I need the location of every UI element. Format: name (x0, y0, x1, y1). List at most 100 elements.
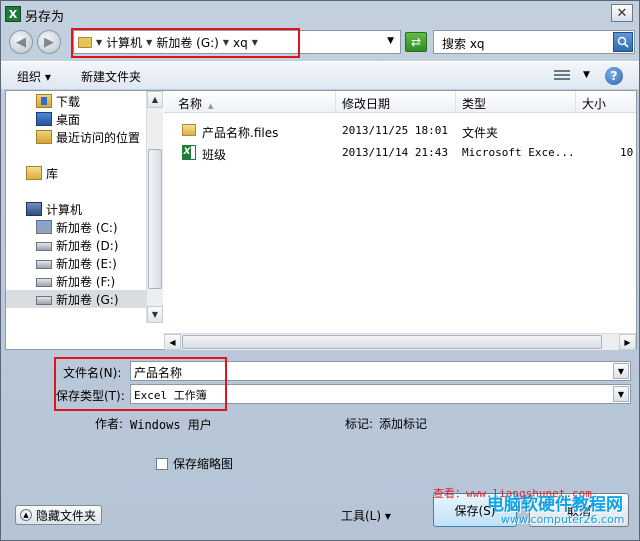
file-row-folder[interactable]: 产品名称.files 2013/11/25 18:01 文件夹 (164, 121, 636, 141)
nav-item-computer[interactable]: 计算机 (6, 200, 146, 218)
nav-item-label: 新加卷 (G:) (56, 292, 119, 307)
forward-button[interactable]: ▶ (37, 30, 61, 54)
close-button[interactable]: ✕ (611, 4, 633, 22)
filename-label: 文件名(N): (63, 366, 122, 380)
nav-item-label: 库 (46, 166, 59, 181)
desktop-icon (36, 112, 52, 126)
scroll-right-icon[interactable]: ▶ (619, 334, 636, 350)
back-button[interactable]: ◀ (9, 30, 33, 54)
horizontal-scrollbar[interactable]: ◀ ▶ (164, 333, 636, 350)
nav-item-label: 新加卷 (F:) (56, 274, 116, 289)
filename-input[interactable]: 产品名称 ▼ (130, 361, 631, 381)
search-input[interactable]: 搜索 xq (433, 30, 635, 54)
file-name: 产品名称.files (202, 126, 279, 140)
nav-item-label: 新加卷 (E:) (56, 256, 117, 271)
computer-icon (26, 202, 42, 216)
column-header: 名称 ▲ 修改日期 类型 大小 (164, 91, 636, 113)
organize-button[interactable]: 组织 ▾ (17, 68, 51, 85)
column-name[interactable]: 名称 ▲ (164, 91, 336, 113)
column-date[interactable]: 修改日期 (336, 91, 456, 113)
scroll-left-icon[interactable]: ◀ (164, 334, 181, 350)
watermark-site: www.computer26.com (501, 513, 625, 526)
breadcrumb-drive-g[interactable]: 新加卷 (G:) (156, 34, 219, 51)
column-type[interactable]: 类型 (456, 91, 576, 113)
thumbnail-option[interactable]: 保存缩略图 (156, 455, 233, 472)
scroll-thumb[interactable] (148, 149, 162, 289)
breadcrumb-computer[interactable]: 计算机 (106, 34, 142, 51)
nav-item-drive-d[interactable]: 新加卷 (D:) (6, 236, 146, 254)
file-type: Microsoft Exce... (462, 146, 575, 159)
excel-file-icon (182, 145, 196, 160)
window-title: 另存为 (25, 10, 65, 25)
column-size[interactable]: 大小 (576, 91, 636, 113)
chevron-down-icon[interactable]: ▼ (613, 363, 629, 379)
nav-item-drive-g[interactable]: 新加卷 (G:) (6, 290, 146, 308)
nav-item-library[interactable]: 库 (6, 164, 146, 182)
breadcrumb-xq[interactable]: xq (233, 36, 248, 50)
title-bar: X 另存为 ✕ (1, 1, 639, 27)
nav-item-desktop[interactable]: 桌面 (6, 110, 146, 128)
sort-ascending-icon: ▲ (208, 102, 214, 110)
file-type: 文件夹 (462, 126, 499, 140)
chevron-down-icon[interactable]: ▼ (252, 38, 258, 47)
recent-places-icon (36, 130, 52, 144)
command-toolbar: 组织 ▾ 新建文件夹 ▼ ? (1, 61, 639, 89)
file-date: 2013/11/25 18:01 (342, 124, 448, 137)
chevron-down-icon[interactable]: ▼ (146, 38, 152, 47)
watermark-title: 电脑软硬件教程网 (487, 495, 623, 515)
nav-item-label: 新加卷 (C:) (56, 220, 118, 235)
folder-icon (182, 124, 196, 136)
library-icon (26, 166, 42, 180)
file-date: 2013/11/14 21:43 (342, 146, 448, 159)
filetype-select[interactable]: Excel 工作簿 ▼ (130, 384, 631, 404)
drive-icon (36, 242, 52, 251)
author-value[interactable]: Windows 用户 (130, 416, 212, 433)
refresh-button[interactable]: ⇄ (405, 32, 427, 52)
breadcrumb: ▼ 计算机 ▼ 新加卷 (G:) ▼ xq ▼ (78, 34, 258, 51)
nav-item-drive-f[interactable]: 新加卷 (F:) (6, 272, 146, 290)
column-name-label: 名称 (178, 97, 203, 111)
address-dropdown-icon[interactable]: ▼ (387, 36, 394, 46)
nav-item-label: 计算机 (46, 202, 83, 217)
nav-item-downloads[interactable]: 下载 (6, 92, 146, 110)
nav-item-label: 新加卷 (D:) (56, 238, 119, 253)
chevron-down-icon[interactable]: ▼ (96, 38, 102, 47)
tags-value[interactable]: 添加标记 (379, 415, 427, 432)
nav-item-drive-e[interactable]: 新加卷 (E:) (6, 254, 146, 272)
drive-icon (36, 296, 52, 305)
help-icon[interactable]: ? (605, 67, 623, 85)
view-options-icon[interactable] (554, 68, 570, 82)
scroll-down-icon[interactable]: ▼ (147, 306, 163, 323)
view-dropdown-icon[interactable]: ▼ (583, 70, 590, 80)
scroll-up-icon[interactable]: ▲ (147, 91, 163, 108)
search-icon[interactable] (613, 32, 633, 52)
system-drive-icon (36, 220, 52, 234)
filetype-label: 保存类型(T): (56, 389, 125, 403)
excel-app-icon: X (5, 6, 21, 22)
tools-button[interactable]: 工具(L) ▾ (341, 505, 421, 525)
search-placeholder: 搜索 xq (442, 37, 485, 51)
thumbnail-label: 保存缩略图 (173, 457, 234, 471)
nav-item-drive-c[interactable]: 新加卷 (C:) (6, 218, 146, 236)
author-label: 作者: (95, 417, 124, 431)
filetype-value: Excel 工作簿 (134, 389, 207, 402)
file-name: 班级 (202, 148, 227, 162)
save-form: 文件名(N): 产品名称 ▼ 保存类型(T): Excel 工作簿 ▼ 作者: … (1, 353, 639, 540)
hide-folders-label: 隐藏文件夹 (36, 508, 97, 523)
nav-item-label: 桌面 (56, 112, 81, 127)
address-bar[interactable]: ▼ 计算机 ▼ 新加卷 (G:) ▼ xq ▼ ▼ (73, 30, 401, 54)
new-folder-button[interactable]: 新建文件夹 (81, 68, 141, 85)
chevron-down-icon[interactable]: ▼ (613, 386, 629, 402)
file-list: 名称 ▲ 修改日期 类型 大小 产品名称.files 2013/11/25 18:… (164, 91, 636, 335)
drive-icon (36, 278, 52, 287)
scroll-thumb[interactable] (182, 335, 602, 349)
thumbnail-checkbox[interactable] (156, 457, 168, 470)
nav-item-recent[interactable]: 最近访问的位置 (6, 128, 146, 146)
address-row: ◀ ▶ ▼ 计算机 ▼ 新加卷 (G:) ▼ xq ▼ ▼ ⇄ 搜索 xq (1, 28, 639, 58)
hide-folders-button[interactable]: ▲ 隐藏文件夹 (15, 505, 102, 525)
file-row-excel[interactable]: 班级 2013/11/14 21:43 Microsoft Exce... 10… (164, 143, 636, 163)
nav-scrollbar[interactable]: ▲ ▼ (146, 91, 163, 323)
collapse-icon: ▲ (20, 509, 32, 521)
chevron-down-icon[interactable]: ▼ (223, 38, 229, 47)
tags-label: 标记: (345, 417, 374, 431)
